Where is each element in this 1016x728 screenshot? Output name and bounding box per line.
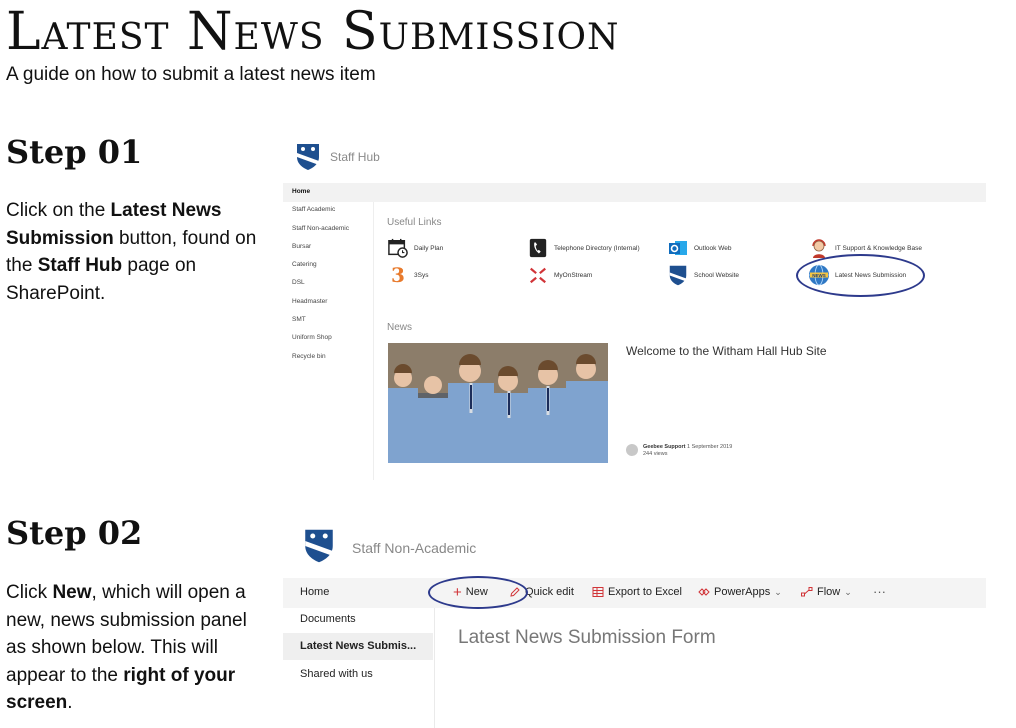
- nav-item-catering[interactable]: Catering: [292, 256, 349, 274]
- link-label: 3Sys: [414, 271, 429, 279]
- nav-divider: [373, 202, 374, 480]
- powerapps-button[interactable]: PowerApps ⌄: [698, 586, 782, 598]
- link-daily-plan[interactable]: Daily Plan: [388, 238, 443, 258]
- author-line: Geebee Support 1 September 2019 244 view…: [643, 444, 732, 458]
- flow-button[interactable]: Flow ⌄: [801, 586, 852, 598]
- nav-item-shared-with-us[interactable]: Shared with us: [283, 661, 433, 688]
- news-heading: News: [387, 322, 413, 333]
- school-crest-icon: [668, 265, 688, 285]
- calendar-clock-icon: [388, 238, 408, 258]
- site-name: Staff Hub: [330, 150, 380, 164]
- outlook-icon: [668, 238, 688, 258]
- link-myonstream[interactable]: MyOnStream: [528, 265, 592, 285]
- view-count: 244 views: [643, 451, 668, 457]
- news-article-title[interactable]: Welcome to the Witham Hall Hub Site: [626, 344, 827, 358]
- excel-icon: [592, 587, 604, 597]
- left-navigation: Home Documents Latest News Submis... Sha…: [283, 578, 433, 728]
- support-agent-icon: [809, 238, 829, 258]
- nav-item-latest-news-submission[interactable]: Latest News Submis...: [283, 633, 433, 660]
- step2-run-4: .: [67, 692, 73, 713]
- powerapps-label: PowerApps: [714, 586, 771, 598]
- link-label: Outlook Web: [694, 244, 732, 252]
- step1-run-0: Click on the: [6, 200, 111, 221]
- left-navigation: Home Staff Academic Staff Non-academic B…: [292, 183, 349, 366]
- step-01-instructions: Click on the Latest News Submission butt…: [6, 197, 266, 307]
- nav-item-uniform-shop[interactable]: Uniform Shop: [292, 329, 349, 347]
- export-to-excel-button[interactable]: Export to Excel: [592, 586, 682, 598]
- export-label: Export to Excel: [608, 586, 682, 598]
- link-telephone-directory[interactable]: Telephone Directory (Internal): [528, 238, 640, 258]
- flow-label: Flow: [817, 586, 841, 598]
- powerapps-icon: [698, 588, 710, 596]
- nav-item-dsl[interactable]: DSL: [292, 274, 349, 292]
- school-crest-icon: [305, 529, 333, 563]
- nav-item-home[interactable]: Home: [292, 183, 349, 201]
- link-school-website[interactable]: School Website: [668, 265, 739, 285]
- form-title: Latest News Submission Form: [458, 627, 716, 648]
- highlight-ellipse: [428, 576, 528, 609]
- step-02-title: Step 02: [6, 514, 143, 552]
- news-photo: [388, 343, 608, 463]
- avatar: [626, 444, 638, 456]
- author-name: Geebee Support: [643, 444, 686, 450]
- top-nav-bar: [283, 183, 986, 202]
- chevron-down-icon: ⌄: [774, 586, 782, 597]
- link-3sys[interactable]: 3 3Sys: [388, 263, 429, 287]
- document-title: Latest News Submission: [6, 2, 620, 62]
- chevron-down-icon: ⌄: [844, 586, 852, 597]
- nav-item-documents[interactable]: Documents: [283, 606, 433, 633]
- link-label: Daily Plan: [414, 244, 444, 252]
- site-name: Staff Non-Academic: [352, 540, 477, 556]
- phone-icon: [528, 238, 548, 258]
- step1-run-3: Staff Hub: [37, 255, 123, 276]
- highlight-ellipse: [796, 254, 925, 297]
- nav-item-smt[interactable]: SMT: [292, 311, 349, 329]
- link-label: IT Support & Knowledge Base: [835, 244, 922, 252]
- quick-edit-label: Quick edit: [525, 586, 574, 598]
- myonstream-icon: [528, 265, 548, 285]
- link-outlook-web[interactable]: Outlook Web: [668, 238, 731, 258]
- school-crest-icon: [297, 144, 319, 170]
- step2-run-1: New: [52, 582, 92, 603]
- nav-item-staff-academic[interactable]: Staff Academic: [292, 201, 349, 219]
- document-subtitle: A guide on how to submit a latest news i…: [6, 64, 376, 85]
- 3sys-logo-icon: 3: [391, 263, 405, 287]
- nav-item-bursar[interactable]: Bursar: [292, 238, 349, 256]
- nav-item-recycle-bin[interactable]: Recycle bin: [292, 348, 349, 366]
- link-label: Telephone Directory (Internal): [554, 244, 640, 252]
- step-02-instructions: Click New, which will open a new, news s…: [6, 579, 268, 717]
- nav-item-home[interactable]: Home: [283, 579, 433, 606]
- nav-item-staff-non-academic[interactable]: Staff Non-academic: [292, 220, 349, 238]
- nav-item-headmaster[interactable]: Headmaster: [292, 293, 349, 311]
- step2-run-0: Click: [6, 582, 53, 603]
- step-01-title: Step 01: [6, 133, 143, 171]
- more-actions-icon[interactable]: ···: [873, 584, 886, 599]
- link-label: School Website: [694, 271, 740, 279]
- nav-divider: [434, 608, 435, 728]
- useful-links-heading: Useful Links: [387, 217, 442, 228]
- post-date: 1 September 2019: [687, 444, 733, 450]
- link-label: MyOnStream: [554, 271, 593, 279]
- flow-icon: [801, 587, 813, 597]
